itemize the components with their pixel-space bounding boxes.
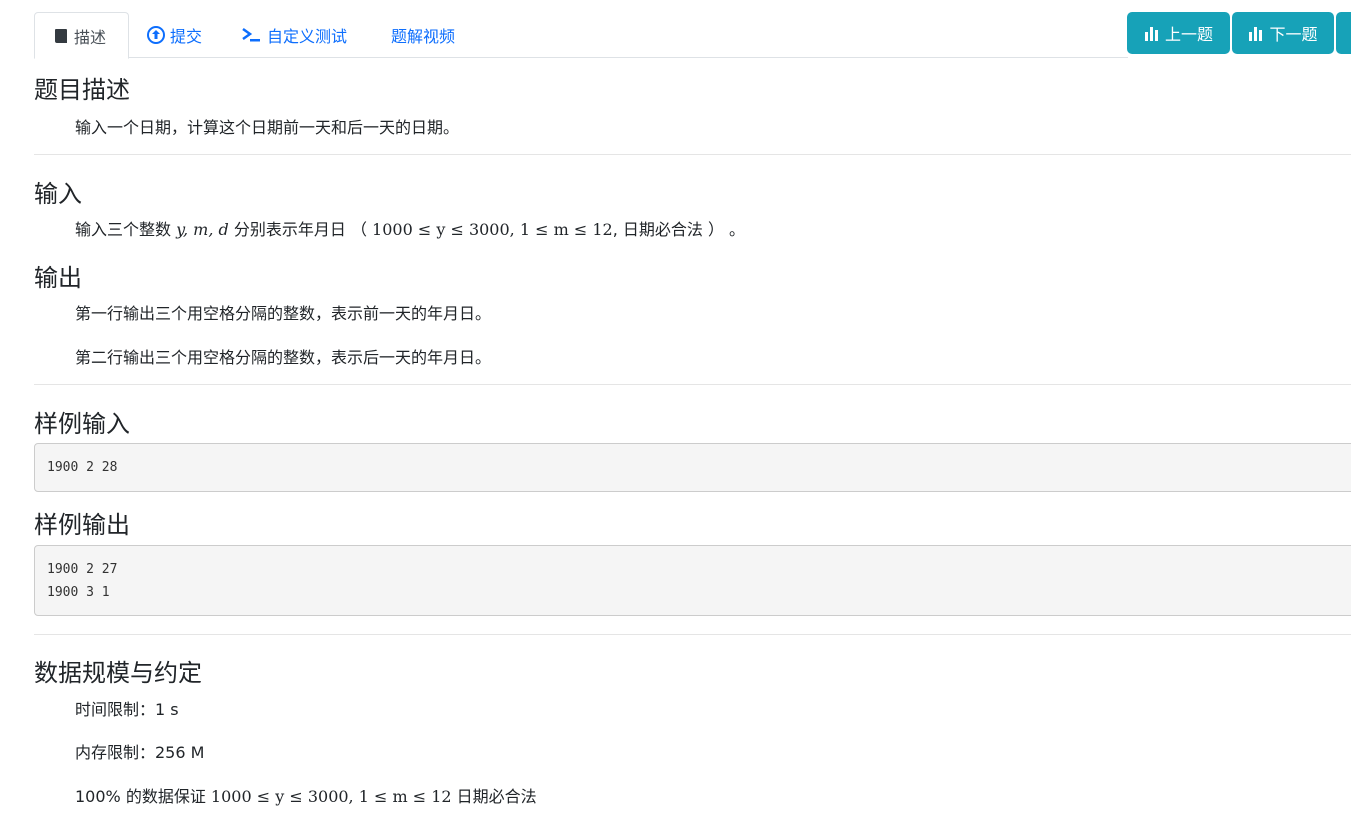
time-limit: 时间限制：1 s <box>75 700 179 719</box>
section-title-sample-input: 样例输入 <box>34 410 130 438</box>
tab-label: 题解视频 <box>391 27 456 46</box>
prev-problem-button[interactable]: 上一题 <box>1127 12 1230 54</box>
tab-label: 自定义测试 <box>267 27 348 46</box>
memory-limit: 内存限制：256 M <box>75 743 205 762</box>
next-problem-label: 下一题 <box>1269 25 1318 44</box>
bar-chart-icon <box>1144 26 1160 41</box>
sample-input-block: 1900 2 28 <box>34 443 1351 492</box>
data-guarantee: 100% 的数据保证 1000 ≤ y ≤ 3000, 1 ≤ m ≤ 12 日… <box>75 783 537 807</box>
input-vars: y, m, d <box>176 220 229 239</box>
output-line-2: 第二行输出三个用空格分隔的整数，表示后一天的年月日。 <box>75 348 492 367</box>
more-button[interactable] <box>1336 12 1351 54</box>
problem-tabs: 描述 提交 自定义测试 题解视频 <box>34 12 1128 59</box>
tab-label: 提交 <box>170 27 203 46</box>
section-title-limits: 数据规模与约定 <box>34 659 202 687</box>
divider <box>34 384 1351 385</box>
input-text-mid: 分别表示年月日 （ <box>228 220 373 239</box>
guarantee-prefix: 100% 的数据保证 <box>75 787 211 806</box>
section-title-input: 输入 <box>34 180 82 208</box>
guarantee-math: 1000 ≤ y ≤ 3000, 1 ≤ m ≤ 12 <box>210 787 452 806</box>
divider <box>34 634 1351 635</box>
terminal-icon <box>242 27 262 43</box>
divider <box>34 154 1351 155</box>
output-line-1: 第一行输出三个用空格分隔的整数，表示前一天的年月日。 <box>75 304 492 323</box>
code-line: 1900 2 28 <box>47 460 118 475</box>
guarantee-suffix: 日期必合法 <box>451 787 537 806</box>
book-icon <box>54 28 69 44</box>
tab-solution-video[interactable]: 题解视频 <box>391 12 455 58</box>
bar-chart-icon <box>1248 26 1264 41</box>
tab-label: 描述 <box>74 27 107 47</box>
code-line: 1900 3 1 <box>47 585 110 600</box>
prev-problem-label: 上一题 <box>1164 25 1213 44</box>
input-text-after: , 日期必合法 ） 。 <box>612 220 746 239</box>
section-title-output: 输出 <box>34 264 82 292</box>
tab-description[interactable]: 描述 <box>34 12 129 59</box>
input-text-before: 输入三个整数 <box>75 220 177 239</box>
tab-custom-test[interactable]: 自定义测试 <box>242 12 347 58</box>
sample-output-block: 1900 2 27 1900 3 1 <box>34 545 1351 616</box>
section-title-description: 题目描述 <box>34 76 130 104</box>
section-title-sample-output: 样例输出 <box>34 511 130 539</box>
tab-submit[interactable]: 提交 <box>147 12 202 58</box>
code-line: 1900 2 27 <box>47 562 118 577</box>
description-text: 输入一个日期，计算这个日期前一天和后一天的日期。 <box>75 118 460 137</box>
upload-circle-icon <box>147 26 165 44</box>
input-text: 输入三个整数 y, m, d 分别表示年月日 （ 1000 ≤ y ≤ 3000… <box>75 216 745 240</box>
input-constraint: 1000 ≤ y ≤ 3000, 1 ≤ m ≤ 12 <box>372 220 613 239</box>
next-problem-button[interactable]: 下一题 <box>1232 12 1334 54</box>
